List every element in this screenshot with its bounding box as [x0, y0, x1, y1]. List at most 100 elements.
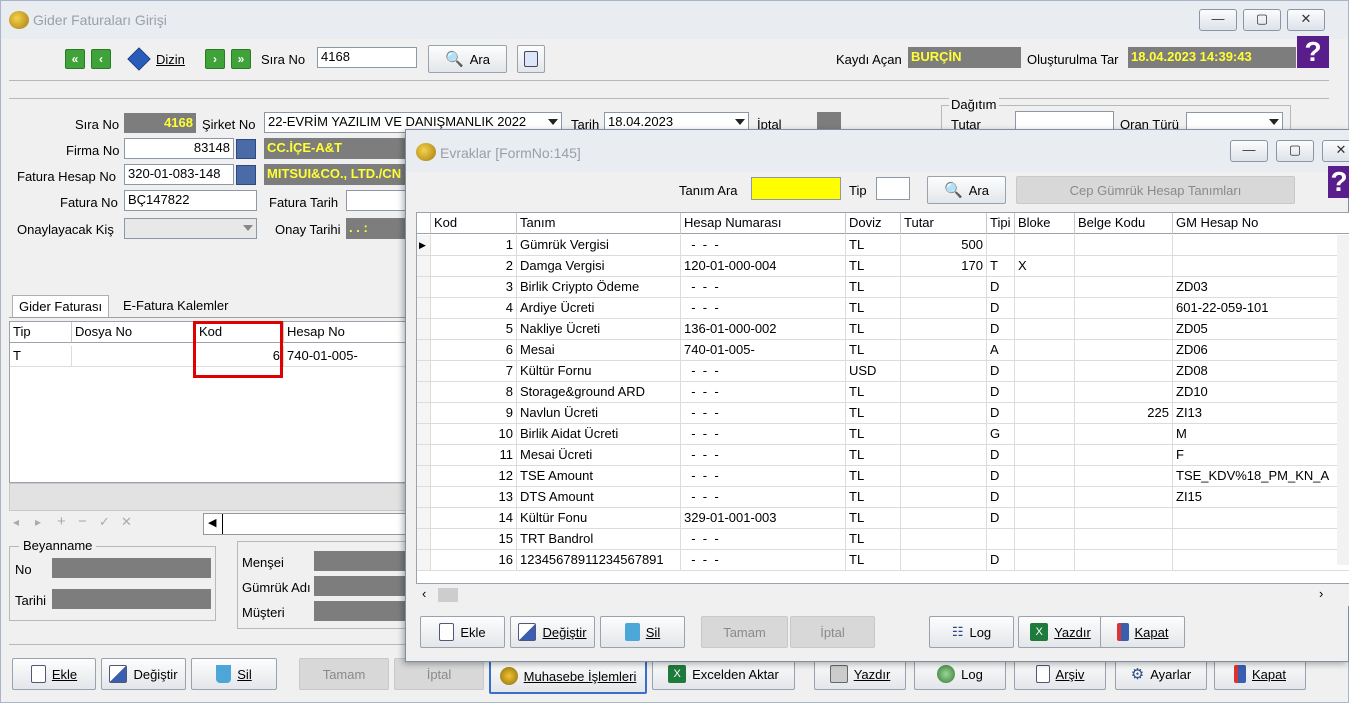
- dizin-link[interactable]: Dizin: [156, 52, 185, 67]
- col-header-tip[interactable]: Tip: [10, 322, 72, 343]
- grid-cell-hesap-numarasi[interactable]: - - -: [681, 550, 846, 571]
- cep-gumruk-button[interactable]: Cep Gümrük Hesap Tanımları: [1016, 176, 1295, 204]
- grid-cell-doviz[interactable]: TL: [846, 466, 901, 487]
- grid-cell-kod[interactable]: 11: [431, 445, 517, 466]
- grid-cell-tanim[interactable]: TSE Amount: [517, 466, 681, 487]
- nav-first-icon[interactable]: ◂: [13, 515, 19, 529]
- grid-cell-gm-hesap-no[interactable]: TSE_KDV%18_PM_KN_A: [1173, 466, 1349, 487]
- child-ara-button[interactable]: 🔍 Ara: [927, 176, 1006, 204]
- yazdir-button[interactable]: Yazdır: [814, 658, 906, 690]
- child-yazdir-button[interactable]: X Yazdır: [1018, 616, 1103, 648]
- row-selector[interactable]: [417, 277, 431, 298]
- grid-cell-tipi[interactable]: D: [987, 487, 1015, 508]
- grid-cell-tanim[interactable]: Mesai Ücreti: [517, 445, 681, 466]
- scroll-left-icon[interactable]: ‹: [422, 586, 426, 601]
- degistir-button[interactable]: Değiştir: [101, 658, 186, 690]
- grid-cell-bloke[interactable]: [1015, 487, 1075, 508]
- col-header-doviz[interactable]: Doviz: [846, 213, 901, 234]
- grid-cell-kod[interactable]: 5: [431, 319, 517, 340]
- grid-cell-kod[interactable]: 8: [431, 382, 517, 403]
- child-ekle-button[interactable]: Ekle: [420, 616, 505, 648]
- col-header-gm-hesap-no[interactable]: GM Hesap No: [1173, 213, 1349, 234]
- grid-cell-kod[interactable]: 16: [431, 550, 517, 571]
- child-degistir-button[interactable]: Değiştir: [510, 616, 595, 648]
- scroll-thumb[interactable]: [438, 588, 458, 602]
- grid-cell-tipi[interactable]: [987, 235, 1015, 256]
- maximize-button[interactable]: ▢: [1243, 9, 1281, 31]
- grid-cell-hesap-numarasi[interactable]: - - -: [681, 235, 846, 256]
- col-header-tutar[interactable]: Tutar: [901, 213, 987, 234]
- grid-cell-tipi[interactable]: D: [987, 403, 1015, 424]
- row-selector[interactable]: [417, 529, 431, 550]
- grid-cell-hesap-numarasi[interactable]: 120-01-000-004: [681, 256, 846, 277]
- grid-cell-hesap-numarasi[interactable]: - - -: [681, 403, 846, 424]
- grid-cell-hesap-numarasi[interactable]: - - -: [681, 361, 846, 382]
- grid-cell-tutar[interactable]: [901, 340, 987, 361]
- grid-cell-kod[interactable]: 7: [431, 361, 517, 382]
- grid-cell-belge-kodu[interactable]: [1075, 319, 1173, 340]
- grid-cell-tutar[interactable]: 500: [901, 235, 987, 256]
- grid-cell-bloke[interactable]: [1015, 403, 1075, 424]
- copy-button[interactable]: [517, 45, 545, 73]
- row-selector[interactable]: [417, 340, 431, 361]
- first-record-icon[interactable]: «: [65, 49, 85, 69]
- grid-cell-belge-kodu[interactable]: 225: [1075, 403, 1173, 424]
- grid-cell-tipi[interactable]: D: [987, 508, 1015, 529]
- grid-cell-gm-hesap-no[interactable]: ZD08: [1173, 361, 1349, 382]
- child-maximize-button[interactable]: ▢: [1276, 140, 1314, 162]
- grid-cell-doviz[interactable]: TL: [846, 298, 901, 319]
- add-row-icon[interactable]: +: [57, 513, 66, 530]
- fatura-tarih-input[interactable]: [346, 190, 409, 211]
- grid-cell-tutar[interactable]: [901, 487, 987, 508]
- scroll-right-icon[interactable]: ›: [1319, 586, 1323, 601]
- grid-cell-gm-hesap-no[interactable]: [1173, 235, 1349, 256]
- col-header-tanim[interactable]: Tanım: [517, 213, 681, 234]
- fatura-no-input[interactable]: BÇ147822: [124, 190, 257, 211]
- grid-cell-belge-kodu[interactable]: [1075, 235, 1173, 256]
- row-selector[interactable]: [417, 424, 431, 445]
- grid-cell-bloke[interactable]: [1015, 466, 1075, 487]
- grid-cell-kod[interactable]: 12: [431, 466, 517, 487]
- ekle-button[interactable]: Ekle: [12, 658, 96, 690]
- grid-cell-hesap-numarasi[interactable]: - - -: [681, 298, 846, 319]
- grid-cell-belge-kodu[interactable]: [1075, 508, 1173, 529]
- grid-cell-tutar[interactable]: [901, 529, 987, 550]
- grid-cell-tutar[interactable]: [901, 298, 987, 319]
- grid-cell-belge-kodu[interactable]: [1075, 487, 1173, 508]
- grid-cell-bloke[interactable]: [1015, 508, 1075, 529]
- grid-cell-doviz[interactable]: TL: [846, 445, 901, 466]
- grid-cell-hesap-numarasi[interactable]: - - -: [681, 529, 846, 550]
- grid-cell-belge-kodu[interactable]: [1075, 424, 1173, 445]
- grid-cell-gm-hesap-no[interactable]: [1173, 508, 1349, 529]
- grid-cell-bloke[interactable]: [1015, 235, 1075, 256]
- tanim-ara-input[interactable]: [751, 177, 841, 200]
- tab-gider-faturasi[interactable]: Gider Faturası: [12, 295, 110, 317]
- grid-cell-kod[interactable]: 2: [431, 256, 517, 277]
- grid-cell-tutar[interactable]: [901, 403, 987, 424]
- grid-cell-dosya-no[interactable]: [72, 346, 196, 367]
- grid-cell-tipi[interactable]: D: [987, 466, 1015, 487]
- row-selector[interactable]: [417, 403, 431, 424]
- grid-cell-doviz[interactable]: TL: [846, 256, 901, 277]
- col-header-hesap-no[interactable]: Hesap No: [284, 322, 408, 343]
- grid-cell-kod[interactable]: 9: [431, 403, 517, 424]
- grid-cell-tanim[interactable]: Mesai: [517, 340, 681, 361]
- grid-cell-tutar[interactable]: [901, 424, 987, 445]
- grid-cell-gm-hesap-no[interactable]: 601-22-059-101: [1173, 298, 1349, 319]
- grid-cell-doviz[interactable]: TL: [846, 550, 901, 571]
- log-button[interactable]: Log: [914, 658, 1006, 690]
- evraklar-h-scrollbar[interactable]: ‹ ›: [416, 584, 1349, 606]
- grid-cell-tanim[interactable]: Damga Vergisi: [517, 256, 681, 277]
- child-minimize-button[interactable]: —: [1230, 140, 1268, 162]
- grid-cell-bloke[interactable]: [1015, 277, 1075, 298]
- grid-cell-kod[interactable]: 10: [431, 424, 517, 445]
- grid-cell-hesap-numarasi[interactable]: - - -: [681, 445, 846, 466]
- confirm-icon[interactable]: ✓: [99, 514, 110, 530]
- row-selector[interactable]: [417, 298, 431, 319]
- grid-cell-gm-hesap-no[interactable]: ZD10: [1173, 382, 1349, 403]
- toolbar-ara-button[interactable]: 🔍 Ara: [428, 45, 507, 73]
- tamam-button[interactable]: Tamam: [299, 658, 389, 690]
- fatura-hesap-input[interactable]: 320-01-083-148: [124, 164, 234, 185]
- grid-cell-tipi[interactable]: D: [987, 319, 1015, 340]
- grid-cell-belge-kodu[interactable]: [1075, 361, 1173, 382]
